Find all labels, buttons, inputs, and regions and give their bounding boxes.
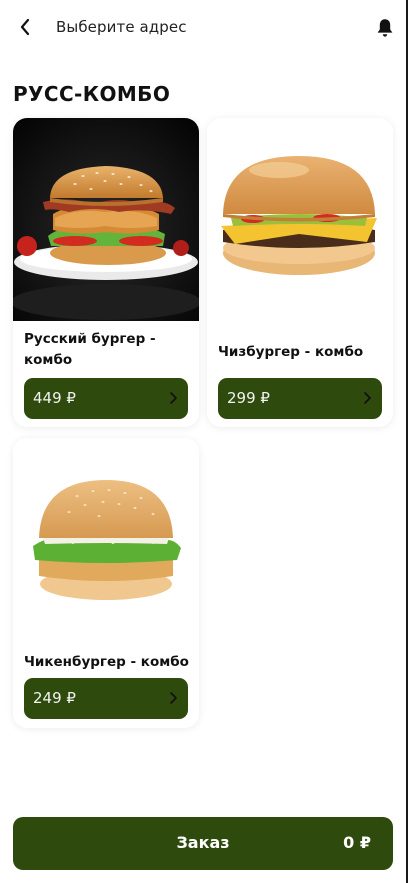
order-button[interactable]: Заказ 0 ₽ xyxy=(13,817,393,870)
product-image-cheeseburger xyxy=(207,118,393,321)
chevron-right-icon xyxy=(170,692,177,704)
order-label: Заказ xyxy=(176,833,230,852)
product-price: 249 ₽ xyxy=(33,689,76,707)
product-card-cheeseburger[interactable]: Чизбургер - комбо 299 ₽ xyxy=(207,118,393,427)
product-name: Чизбургер - комбо xyxy=(218,344,364,360)
section-title: РУСС-КОМБО xyxy=(13,82,171,106)
product-image-russian-burger xyxy=(13,118,199,321)
back-icon xyxy=(20,18,30,36)
add-to-cart-button[interactable]: 449 ₽ xyxy=(24,378,188,419)
top-bar: Выберите адрес xyxy=(0,0,406,56)
order-total: 0 ₽ xyxy=(343,833,371,852)
add-to-cart-button[interactable]: 299 ₽ xyxy=(218,378,382,419)
bell-icon xyxy=(377,19,393,37)
product-name: Русский бургер - комбо xyxy=(24,331,156,368)
chevron-right-icon xyxy=(170,392,177,404)
chevron-right-icon xyxy=(364,392,371,404)
back-button[interactable] xyxy=(14,14,36,40)
address-selector[interactable]: Выберите адрес xyxy=(56,18,187,36)
notifications-button[interactable] xyxy=(374,16,396,40)
add-to-cart-button[interactable]: 249 ₽ xyxy=(24,678,188,719)
product-price: 449 ₽ xyxy=(33,389,76,407)
product-price: 299 ₽ xyxy=(227,389,270,407)
product-name: Чикенбургер - комбо xyxy=(24,654,189,670)
product-card-russian-burger[interactable]: Русский бургер - комбо 449 ₽ xyxy=(13,118,199,427)
product-card-chickenburger[interactable]: Чикенбургер - комбо 249 ₽ xyxy=(13,438,199,728)
product-image-chickenburger xyxy=(13,438,199,641)
